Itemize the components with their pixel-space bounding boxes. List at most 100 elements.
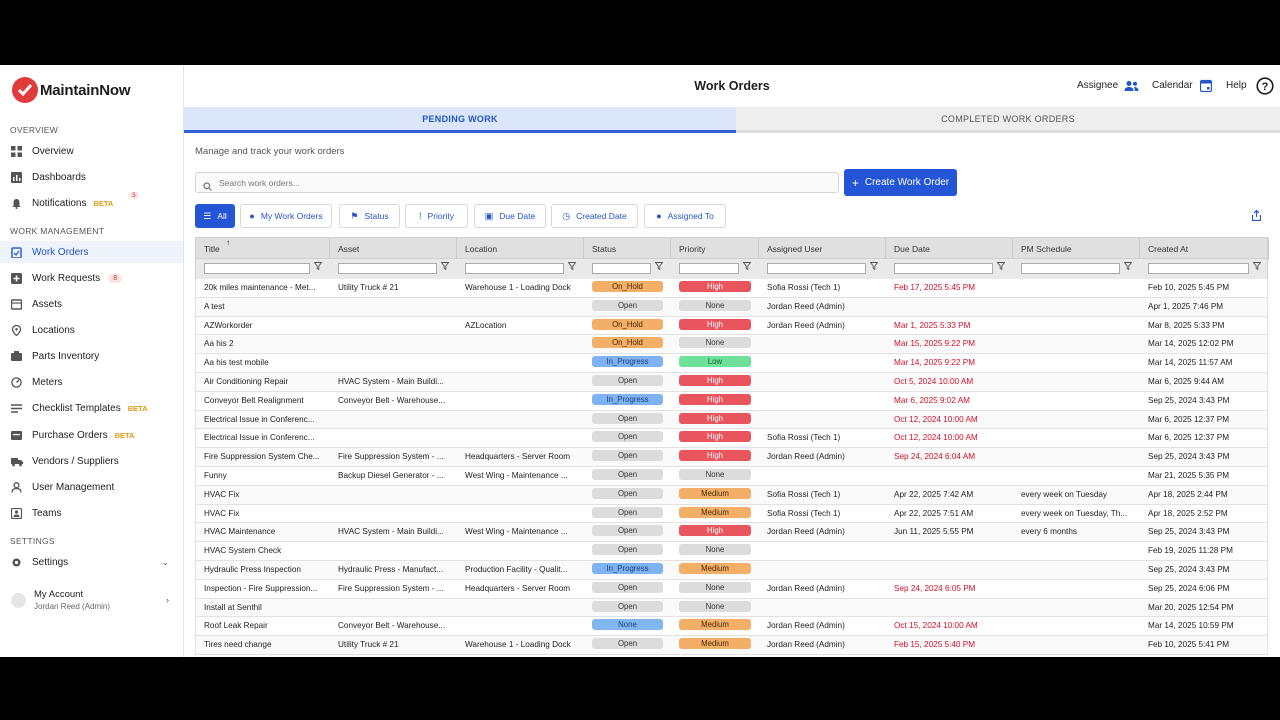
calendar-icon[interactable]: [1199, 79, 1213, 97]
sidebar-item-user-management[interactable]: User Management: [0, 476, 183, 498]
calendar-button[interactable]: Calendar: [1152, 80, 1193, 91]
svg-text:?: ?: [1262, 81, 1269, 93]
cell-pm: [1013, 429, 1140, 448]
column-header[interactable]: Location: [457, 238, 584, 260]
column-header[interactable]: Title: [196, 238, 330, 260]
table-row[interactable]: Aa his test mobile In_Progress Low Mar 14, …: [195, 354, 1268, 373]
table-row[interactable]: HVAC Maintenance HVAC System - Main Build…: [195, 523, 1268, 543]
filter-funnel-icon[interactable]: [313, 262, 323, 272]
table-row[interactable]: Electrical Issue in Conferenc... Open High…: [195, 410, 1268, 430]
column-header[interactable]: Created At: [1140, 238, 1269, 260]
cell-title: HVAC Fix: [204, 489, 240, 499]
create-work-order-button[interactable]: + Create Work Order: [844, 169, 957, 196]
column-filter-input[interactable]: [679, 263, 739, 274]
filter-created-date[interactable]: ◷ Created Date: [551, 204, 638, 228]
column-filter-input[interactable]: [1148, 263, 1249, 274]
filter-status[interactable]: ⚑ Status: [339, 204, 400, 228]
column-header[interactable]: Status: [584, 238, 671, 260]
sidebar-item-purchase-orders[interactable]: Purchase Orders BETA: [0, 424, 183, 446]
filter-funnel-icon[interactable]: [742, 262, 752, 272]
cell-due: Jun 11, 2025 5:55 PM: [894, 527, 974, 537]
column-header[interactable]: Due Date: [886, 238, 1013, 260]
sidebar-item-assets[interactable]: Assets: [0, 293, 183, 315]
column-filter-input[interactable]: [465, 263, 564, 274]
cell-asset: HVAC System - Main Buildi...: [338, 376, 444, 386]
table-row[interactable]: HVAC Fix Open Medium Sofia Rossi (Tech 1) Ap…: [195, 504, 1268, 524]
filter-my-work-orders[interactable]: ● My Work Orders: [240, 204, 332, 228]
column-filter-input[interactable]: [338, 263, 437, 274]
filter-funnel-icon[interactable]: [1252, 262, 1262, 272]
column-header[interactable]: Asset: [330, 238, 457, 260]
status-badge: Open: [592, 374, 663, 386]
sidebar-item-notifications[interactable]: Notifications BETA 3: [0, 192, 183, 214]
table-row[interactable]: AZWorkorder AZLocation On_Hold High Jordan R…: [195, 316, 1268, 336]
cell-user: Sofia Rossi (Tech 1): [767, 283, 841, 292]
cell-pm: [1013, 599, 1140, 618]
filter-label: My Work Orders: [260, 211, 323, 221]
sidebar-item-locations[interactable]: Locations: [0, 319, 183, 341]
table-row[interactable]: HVAC Fix Open Medium Sofia Rossi (Tech 1) Ap…: [195, 485, 1268, 505]
table-row[interactable]: Roof Leak Repair Conveyor Belt - Warehous…: [195, 617, 1268, 637]
column-filter-input[interactable]: [767, 263, 866, 274]
my-account[interactable]: My Account Jordan Reed (Admin) ›: [0, 585, 183, 621]
logo[interactable]: MaintainNow: [12, 77, 131, 103]
table-row[interactable]: Air Conditioning Repair HVAC System - Mai…: [195, 372, 1268, 392]
column-filter-input[interactable]: [592, 263, 651, 274]
table-row[interactable]: Hydraulic Press Inspection Hydraulic Pres…: [195, 560, 1268, 580]
export-icon[interactable]: [1251, 209, 1262, 224]
sidebar-item-dashboards[interactable]: Dashboards: [0, 166, 183, 188]
table-row[interactable]: Conveyor Belt Realignment Conveyor Belt -…: [195, 391, 1268, 411]
tab-pending-work[interactable]: PENDING WORK: [184, 107, 736, 133]
help-circle-icon[interactable]: ?: [1256, 77, 1274, 100]
filter-label: Assigned To: [667, 211, 714, 221]
filter-funnel-icon[interactable]: [869, 262, 879, 272]
table-row[interactable]: Funny Backup Diesel Generator - ... West W…: [195, 466, 1268, 486]
sidebar-item-parts-inventory[interactable]: Parts Inventory: [0, 345, 183, 367]
table-row[interactable]: Tires need change Utility Truck # 21 Wareh…: [195, 636, 1268, 655]
priority-badge: None: [679, 581, 751, 593]
sidebar-item-work-orders[interactable]: Work Orders: [0, 241, 183, 263]
column-header[interactable]: PM Schedule: [1013, 238, 1140, 260]
sidebar-item-settings[interactable]: Settings ⌄: [0, 551, 183, 573]
people-icon[interactable]: [1124, 79, 1139, 97]
filter-funnel-icon[interactable]: [1123, 262, 1133, 272]
filter-funnel-icon[interactable]: [996, 262, 1006, 272]
sidebar-item-work-requests[interactable]: Work Requests 8: [0, 267, 183, 289]
sidebar-item-overview[interactable]: Overview: [0, 140, 183, 162]
search-input[interactable]: [219, 176, 819, 190]
filter-all[interactable]: ☰ All: [195, 204, 235, 228]
sidebar-item-vendors[interactable]: Vendors / Suppliers: [0, 450, 183, 472]
sidebar-item-teams[interactable]: Teams: [0, 502, 183, 524]
status-badge: Open: [592, 412, 663, 424]
filter-funnel-icon[interactable]: [567, 262, 577, 272]
table-row[interactable]: Fire Suppression System Che... Fire Suppr…: [195, 448, 1268, 467]
help-button[interactable]: Help: [1226, 80, 1247, 91]
table-row[interactable]: Electrical Issue in Conferenc... Open High…: [195, 429, 1268, 449]
app-name: MaintainNow: [40, 81, 131, 99]
column-filter-input[interactable]: [1021, 263, 1120, 274]
create-work-order-label: Create Work Order: [864, 177, 950, 188]
table-row[interactable]: Install at Senthil Open None Mar 20, 2025 1…: [195, 598, 1268, 618]
table-row[interactable]: A test Open None Jordan Reed (Admin) Apr 1, …: [195, 297, 1268, 317]
filter-funnel-icon[interactable]: [654, 262, 664, 272]
assignee-button[interactable]: Assignee: [1077, 80, 1118, 91]
filter-funnel-icon[interactable]: [440, 262, 450, 272]
sidebar-item-checklist-templates[interactable]: Checklist Templates BETA: [0, 397, 183, 419]
sidebar-item-label: Parts Inventory: [32, 350, 100, 362]
section-settings: SETTINGS: [10, 536, 55, 546]
tab-completed-work-orders[interactable]: COMPLETED WORK ORDERS: [736, 107, 1280, 133]
table-row[interactable]: Aa his 2 On_Hold None Mar 15, 2025 9:22 PM M…: [195, 335, 1268, 355]
filter-due-date[interactable]: ▣ Due Date: [474, 204, 546, 228]
table-row[interactable]: HVAC System Check Open None Feb 19, 2025 11…: [195, 542, 1268, 561]
column-filter-input[interactable]: [204, 263, 310, 274]
filter-priority[interactable]: ! Priority: [405, 204, 468, 228]
column-filter-input[interactable]: [894, 263, 993, 274]
column-header[interactable]: Priority: [671, 238, 759, 260]
sidebar-item-meters[interactable]: Meters: [0, 371, 183, 393]
table-row[interactable]: Inspection - Fire Suppression... Fire Sup…: [195, 579, 1268, 599]
cell-title: Funny: [204, 470, 227, 480]
column-header[interactable]: Assigned User: [759, 238, 886, 260]
filter-assigned-to[interactable]: ● Assigned To: [644, 204, 726, 228]
table-row[interactable]: 20k miles maintenance - Met... Utility Tr…: [195, 279, 1268, 298]
sort-asc-icon[interactable]: ↑: [226, 238, 230, 247]
